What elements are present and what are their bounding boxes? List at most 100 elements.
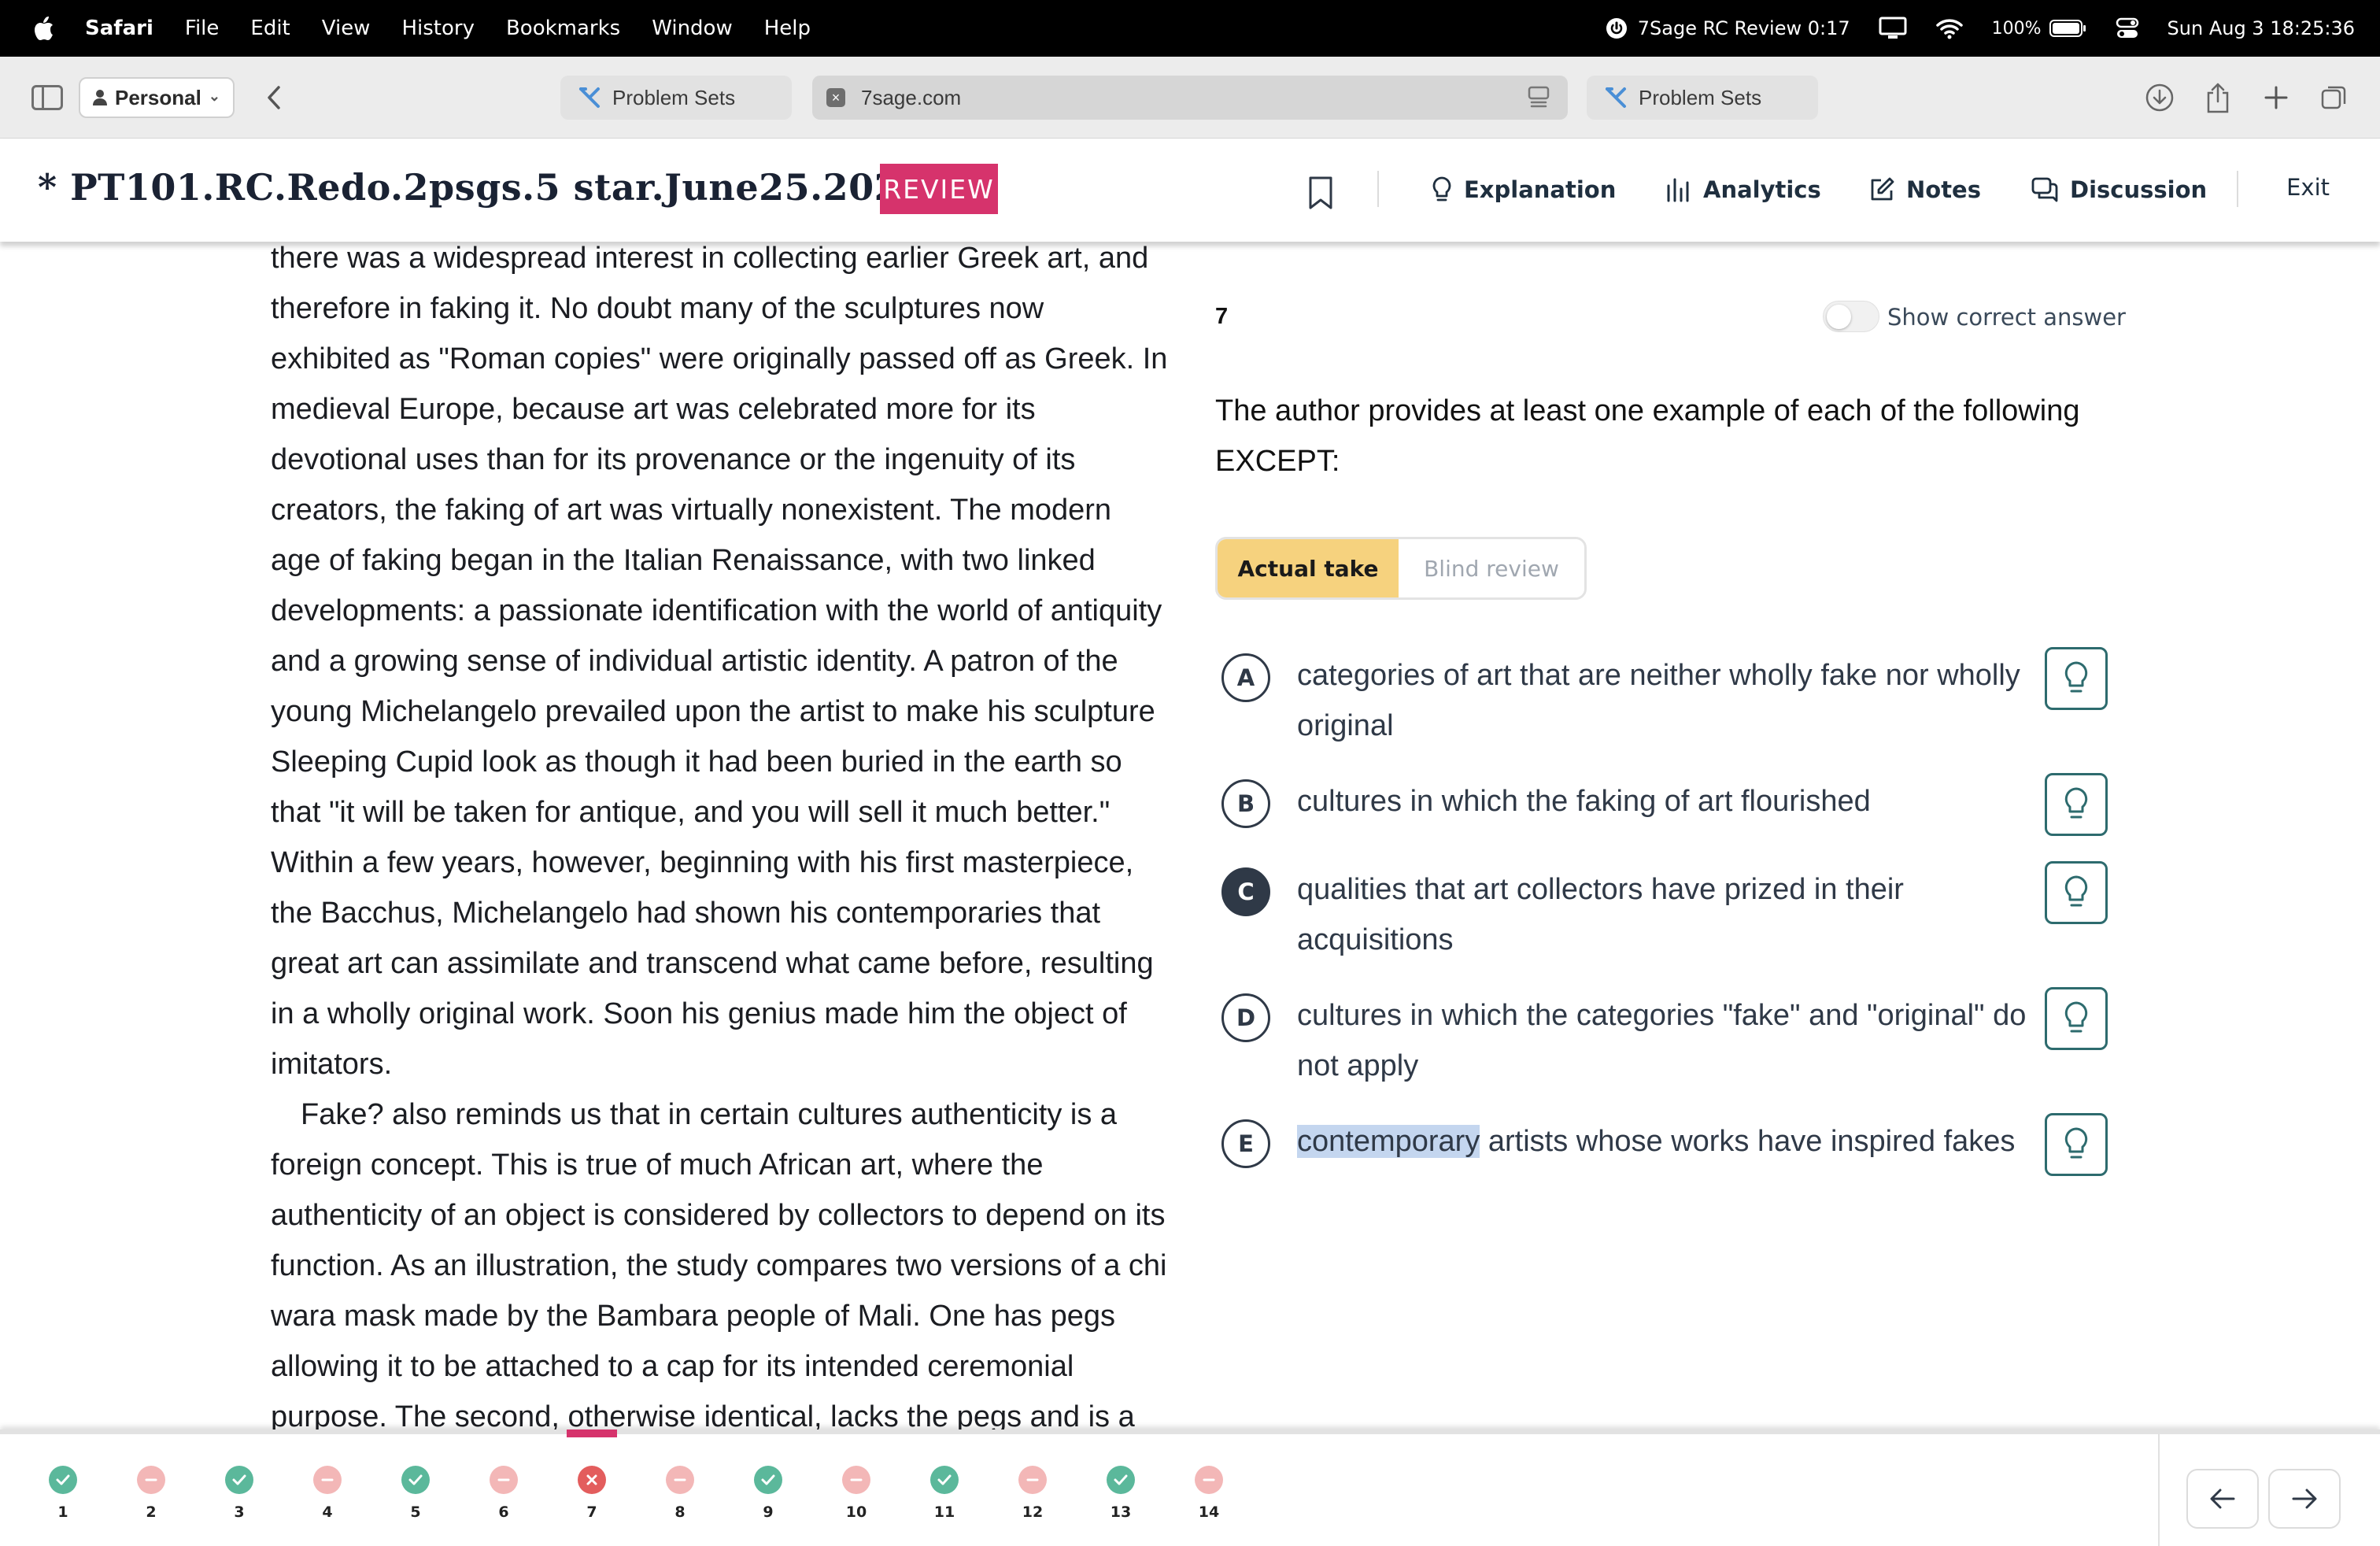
menu-app-name[interactable]: Safari: [85, 17, 153, 40]
battery-status[interactable]: 100%: [1992, 19, 2087, 39]
menu-window[interactable]: Window: [652, 17, 733, 40]
menu-view[interactable]: View: [322, 17, 371, 40]
apple-icon[interactable]: [31, 15, 55, 42]
menu-edit[interactable]: Edit: [250, 17, 290, 40]
hint-lightbulb-icon[interactable]: [2045, 773, 2108, 836]
hint-lightbulb-icon[interactable]: [2045, 861, 2108, 924]
hint-lightbulb-icon[interactable]: [2045, 1113, 2108, 1176]
tab-problem-sets-2[interactable]: Problem Sets: [1587, 76, 1818, 120]
notes-button[interactable]: Notes: [1868, 172, 1981, 207]
question-nav-item[interactable]: 1: [39, 1466, 87, 1537]
review-badge: REVIEW: [880, 164, 998, 214]
new-tab-icon[interactable]: [2259, 80, 2293, 115]
explanation-label: Explanation: [1464, 176, 1617, 203]
explanation-button[interactable]: Explanation: [1431, 172, 1616, 207]
toggle-knob: [1827, 305, 1851, 329]
choice-letter[interactable]: D: [1221, 993, 1270, 1042]
close-tab-icon[interactable]: ×: [826, 88, 845, 107]
check-icon: [401, 1466, 430, 1494]
exit-button[interactable]: Exit: [2286, 174, 2330, 201]
question-nav-number: 14: [1198, 1503, 1220, 1521]
menu-file[interactable]: File: [185, 17, 220, 40]
question-number: 7: [1215, 304, 1229, 329]
question-nav-item[interactable]: 7: [568, 1466, 615, 1537]
question-nav-number: 3: [234, 1503, 245, 1521]
question-nav-item[interactable]: 3: [216, 1466, 263, 1537]
show-answer-label[interactable]: Show correct answer: [1887, 304, 2126, 331]
question-nav-item[interactable]: 10: [833, 1466, 880, 1537]
tab-overview-icon[interactable]: [2317, 80, 2352, 115]
question-nav-item[interactable]: 6: [480, 1466, 527, 1537]
question-nav-number: 2: [146, 1503, 157, 1521]
profile-name: Personal: [115, 85, 201, 109]
passage-paragraph: there was a widespread interest in colle…: [271, 242, 1168, 1081]
question-nav-item[interactable]: 5: [392, 1466, 439, 1537]
sidebar-toggle-icon[interactable]: [31, 85, 63, 110]
page-title: * PT101.RC.Redo.2psgs.5 star.June25.2025: [38, 166, 926, 209]
reader-icon[interactable]: [1527, 85, 1550, 116]
clock[interactable]: Sun Aug 3 18:25:36: [2168, 17, 2355, 39]
question-nav-item[interactable]: 11: [921, 1466, 968, 1537]
current-question-indicator: [567, 1429, 617, 1437]
sage-favicon-icon: [578, 86, 601, 109]
question-nav-item[interactable]: 2: [128, 1466, 175, 1537]
chevron-down-icon: ⌄: [208, 88, 220, 104]
question-nav-number: 12: [1022, 1503, 1044, 1521]
question-nav-item[interactable]: 14: [1185, 1466, 1232, 1537]
download-icon[interactable]: [2142, 80, 2177, 115]
highlighted-word[interactable]: contemporary: [1297, 1125, 1480, 1158]
bookmark-icon[interactable]: [1306, 176, 1335, 214]
choice-text[interactable]: cultures in which the faking of art flou…: [1297, 776, 2037, 827]
passage-panel[interactable]: there was a widespread interest in colle…: [271, 233, 1168, 1429]
question-stem: The author provides at least one example…: [1215, 394, 2080, 478]
minus-icon: [1195, 1466, 1223, 1494]
question-navigator: 1 2 3 4 5 6 7 8 9 10 11 12 13 14: [0, 1429, 2380, 1546]
minus-icon: [1018, 1466, 1047, 1494]
profile-button[interactable]: Personal ⌄: [79, 77, 235, 118]
minus-icon: [490, 1466, 518, 1494]
menu-help[interactable]: Help: [764, 17, 811, 40]
question-nav-number: 8: [674, 1503, 686, 1521]
check-icon: [754, 1466, 782, 1494]
question-nav-item[interactable]: 13: [1097, 1466, 1144, 1537]
choice-text[interactable]: contemporary artists whose works have in…: [1297, 1116, 2037, 1167]
choice-letter-selected[interactable]: C: [1221, 867, 1270, 916]
question-nav-item[interactable]: 9: [745, 1466, 792, 1537]
question-nav-number: 7: [586, 1503, 597, 1521]
choice-letter[interactable]: A: [1221, 653, 1270, 702]
wifi-icon[interactable]: [1935, 17, 1964, 39]
check-icon: [930, 1466, 959, 1494]
menu-history[interactable]: History: [401, 17, 475, 40]
actual-take-tab[interactable]: Actual take: [1218, 539, 1399, 597]
next-question-button[interactable]: [2268, 1469, 2341, 1529]
show-answer-toggle[interactable]: [1823, 301, 1879, 332]
choice-text[interactable]: qualities that art collectors have prize…: [1297, 864, 2037, 965]
tab-label: Problem Sets: [1639, 85, 1762, 109]
menu-bookmarks[interactable]: Bookmarks: [506, 17, 620, 40]
choice-text[interactable]: categories of art that are neither wholl…: [1297, 650, 2037, 751]
timer-status[interactable]: 7Sage RC Review 0:17: [1605, 17, 1850, 40]
question-nav-item[interactable]: 8: [656, 1466, 704, 1537]
tab-7sage[interactable]: × 7sage.com: [812, 76, 1568, 120]
control-center-icon[interactable]: [2116, 17, 2139, 39]
back-button[interactable]: [261, 82, 286, 113]
hint-lightbulb-icon[interactable]: [2045, 987, 2108, 1050]
question-nav-item[interactable]: 12: [1009, 1466, 1056, 1537]
choice-text[interactable]: cultures in which the categories "fake" …: [1297, 990, 2037, 1091]
tab-label: Problem Sets: [612, 85, 736, 109]
blind-review-tab[interactable]: Blind review: [1399, 539, 1584, 597]
discussion-button[interactable]: Discussion: [2031, 172, 2207, 207]
arrow-left-icon: [2210, 1489, 2235, 1509]
question-nav-item[interactable]: 4: [304, 1466, 351, 1537]
question-nav-number: 4: [322, 1503, 333, 1521]
analytics-button[interactable]: Analytics: [1665, 172, 1821, 207]
chevron-left-icon: [268, 86, 280, 109]
display-icon[interactable]: [1879, 17, 1907, 40]
check-icon: [49, 1466, 77, 1494]
previous-question-button[interactable]: [2186, 1469, 2259, 1529]
tab-problem-sets-1[interactable]: Problem Sets: [560, 76, 792, 120]
hint-lightbulb-icon[interactable]: [2045, 647, 2108, 710]
choice-letter[interactable]: B: [1221, 779, 1270, 828]
choice-letter[interactable]: E: [1221, 1119, 1270, 1168]
share-icon[interactable]: [2201, 80, 2235, 115]
